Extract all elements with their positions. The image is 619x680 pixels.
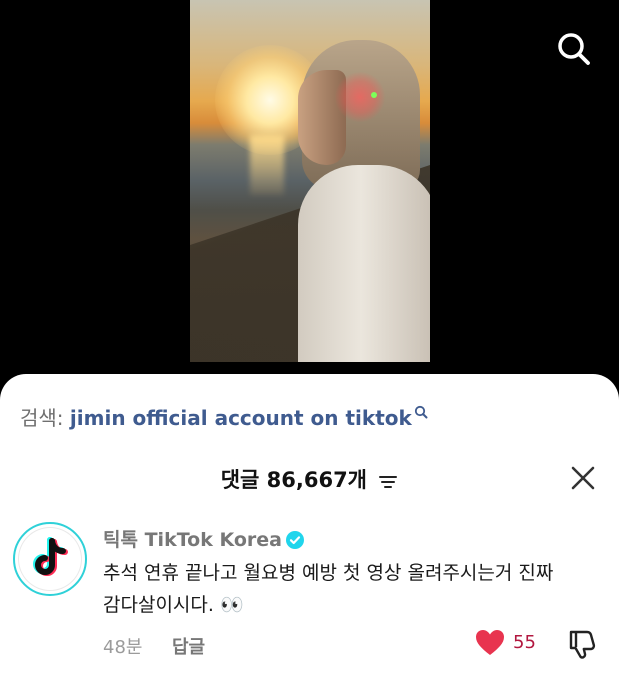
close-comments-button[interactable]	[570, 465, 596, 491]
avatar[interactable]	[13, 522, 87, 596]
like-button[interactable]: 55	[475, 629, 536, 656]
video-player[interactable]	[0, 0, 619, 400]
search-icon	[558, 33, 590, 65]
thumbs-down-icon	[569, 630, 596, 659]
close-icon	[571, 466, 595, 490]
comment-timestamp: 48분	[103, 637, 143, 658]
search-button[interactable]	[555, 30, 593, 68]
dislike-button[interactable]	[567, 627, 599, 659]
search-icon	[414, 405, 428, 419]
author-korean-name: 틱톡	[103, 529, 138, 551]
search-suggestion-query[interactable]: jimin official account on tiktok	[70, 406, 412, 430]
lens-flare-dot	[371, 92, 377, 98]
comment-body: 추석 연휴 끝나고 월요병 예방 첫 영상 올려주시는거 진짜 감다살이시다.	[103, 562, 554, 616]
verified-check-icon	[285, 531, 304, 549]
video-thumbnail[interactable]	[190, 0, 430, 362]
heart-icon	[476, 630, 504, 655]
search-suggestion-prefix: 검색:	[20, 406, 64, 430]
author-name: TikTok Korea	[144, 529, 282, 551]
reply-button[interactable]: 답글	[172, 633, 205, 659]
comment-author[interactable]: 틱톡 TikTok Korea	[103, 525, 304, 554]
verified-badge	[285, 531, 304, 554]
tiktok-logo-icon	[33, 537, 68, 576]
comments-sheet: 검색: jimin official account on tiktok 댓글 …	[0, 374, 619, 680]
comment-text: 추석 연휴 끝나고 월요병 예방 첫 영상 올려주시는거 진짜 감다살이시다. …	[103, 557, 573, 621]
comments-count: 86,667개	[266, 468, 367, 492]
comments-label: 댓글	[220, 468, 260, 492]
search-suggestion-link[interactable]: 검색: jimin official account on tiktok	[20, 402, 428, 431]
sort-filter-button[interactable]	[378, 470, 398, 494]
like-count: 55	[513, 632, 536, 653]
sort-filter-icon	[379, 476, 398, 488]
person-sweater	[298, 165, 430, 362]
lens-flare	[335, 72, 385, 122]
avatar-inner	[18, 527, 82, 591]
comments-header: 댓글 86,667개	[0, 464, 619, 494]
sea-reflection	[250, 135, 284, 195]
eyes-emoji: 👀	[219, 594, 244, 616]
